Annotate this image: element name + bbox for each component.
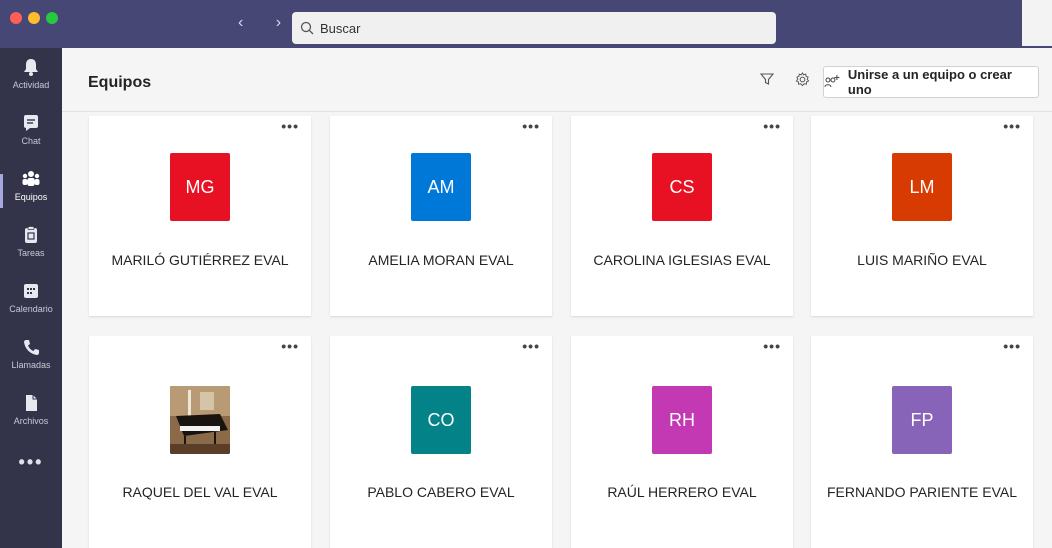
chat-icon xyxy=(24,115,38,131)
team-card[interactable]: ••• CO PABLO CABERO EVAL xyxy=(330,336,552,548)
rail-label-calls: Llamadas xyxy=(11,360,51,370)
team-card[interactable]: ••• RAQUEL DEL VAL EVAL xyxy=(89,336,311,548)
rail-item-chat[interactable]: Chat xyxy=(0,114,62,164)
team-card[interactable]: ••• RH RAÚL HERRERO EVAL xyxy=(571,336,793,548)
history-nav-arrows[interactable]: ‹ › xyxy=(238,14,295,32)
rail-item-files[interactable]: Archivos xyxy=(0,394,62,444)
page-header: Equipos Unirse a un equipo o crear uno xyxy=(62,48,1052,112)
team-initials: RH xyxy=(669,409,695,430)
team-avatar: FP xyxy=(892,386,952,454)
rail-item-calendar[interactable]: Calendario xyxy=(0,282,62,332)
window-edge xyxy=(1022,0,1052,48)
search-input[interactable]: Buscar xyxy=(292,12,776,44)
calendar-icon xyxy=(24,284,38,298)
rail-label-files: Archivos xyxy=(13,416,49,426)
team-card[interactable]: ••• LM LUIS MARIÑO EVAL xyxy=(811,116,1033,316)
team-options-button[interactable]: ••• xyxy=(1003,338,1021,354)
team-options-button[interactable]: ••• xyxy=(522,118,540,134)
rail-item-activity[interactable]: Actividad xyxy=(0,58,62,108)
bell-icon xyxy=(24,59,38,76)
team-options-button[interactable]: ••• xyxy=(522,338,540,354)
team-options-button[interactable]: ••• xyxy=(1003,118,1021,134)
rail-item-teams[interactable]: Equipos xyxy=(0,170,62,220)
team-initials: LM xyxy=(909,176,935,197)
title-bar: ‹ › Buscar xyxy=(0,0,1052,48)
tasks-icon xyxy=(25,226,37,243)
team-name: RAQUEL DEL VAL EVAL xyxy=(122,484,278,500)
team-options-button[interactable]: ••• xyxy=(281,118,299,134)
files-icon xyxy=(26,395,37,411)
team-options-button[interactable]: ••• xyxy=(281,338,299,354)
teams-icon xyxy=(22,171,40,186)
team-card[interactable]: ••• AM AMELIA MORAN EVAL xyxy=(330,116,552,316)
team-card[interactable]: ••• CS CAROLINA IGLESIAS EVAL xyxy=(571,116,793,316)
team-name: RAÚL HERRERO EVAL xyxy=(607,484,757,500)
team-initials: MG xyxy=(185,176,215,197)
team-avatar: RH xyxy=(652,386,712,454)
add-team-icon xyxy=(824,75,840,88)
rail-item-calls[interactable]: Llamadas xyxy=(0,338,62,388)
team-card[interactable]: ••• MG MARILÓ GUTIÉRREZ EVAL xyxy=(89,116,311,316)
team-name: LUIS MARIÑO EVAL xyxy=(857,252,987,268)
team-initials: FP xyxy=(910,409,934,430)
phone-icon xyxy=(24,340,39,355)
team-initials: CO xyxy=(427,409,455,430)
close-window-button[interactable] xyxy=(10,12,22,24)
search-icon xyxy=(300,21,314,35)
team-avatar: MG xyxy=(170,153,230,221)
rail-item-tasks[interactable]: Tareas xyxy=(0,226,62,276)
team-avatar: LM xyxy=(892,153,952,221)
team-name: MARILÓ GUTIÉRREZ EVAL xyxy=(111,252,289,268)
team-name: CAROLINA IGLESIAS EVAL xyxy=(593,252,771,268)
page-title: Equipos xyxy=(88,74,152,91)
more-apps-button[interactable]: ••• xyxy=(0,452,62,473)
rail-label-activity: Actividad xyxy=(12,80,50,90)
team-options-button[interactable]: ••• xyxy=(763,118,781,134)
rail-label-tasks: Tareas xyxy=(17,248,45,258)
team-name: AMELIA MORAN EVAL xyxy=(368,252,514,268)
rail-label-chat: Chat xyxy=(21,136,41,146)
piano-photo-icon xyxy=(170,386,230,454)
join-or-create-team-button[interactable]: Unirse a un equipo o crear uno xyxy=(823,66,1039,98)
team-avatar: CS xyxy=(652,153,712,221)
team-initials: CS xyxy=(669,176,695,197)
maximize-window-button[interactable] xyxy=(46,12,58,24)
search-placeholder: Buscar xyxy=(320,20,361,36)
team-avatar: CO xyxy=(411,386,471,454)
team-initials: AM xyxy=(427,176,455,197)
rail-label-calendar: Calendario xyxy=(9,304,53,314)
team-name: FERNANDO PARIENTE EVAL xyxy=(826,484,1018,500)
minimize-window-button[interactable] xyxy=(28,12,40,24)
filter-icon[interactable] xyxy=(760,72,774,86)
rail-label-teams: Equipos xyxy=(14,192,48,202)
team-avatar: AM xyxy=(411,153,471,221)
team-options-button[interactable]: ••• xyxy=(763,338,781,354)
join-button-label: Unirse a un equipo o crear uno xyxy=(847,67,1012,97)
team-name: PABLO CABERO EVAL xyxy=(367,484,515,500)
app-rail: Actividad Chat Equipos Tareas Calendario… xyxy=(0,48,62,548)
team-card[interactable]: ••• FP FERNANDO PARIENTE EVAL xyxy=(811,336,1033,548)
gear-icon[interactable] xyxy=(795,72,810,87)
team-avatar-photo xyxy=(170,386,230,454)
